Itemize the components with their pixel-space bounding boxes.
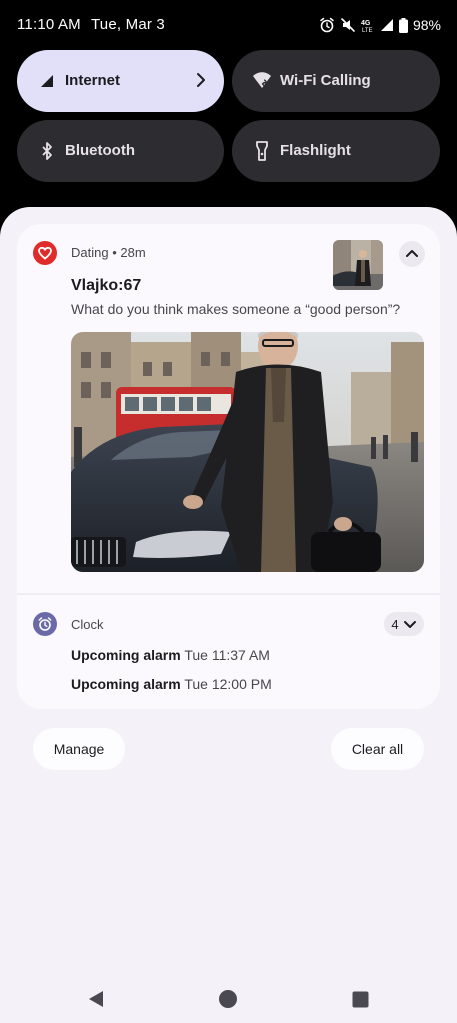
chevron-right-icon <box>196 72 206 93</box>
alarm-icon <box>320 17 334 33</box>
battery-percent: 98% <box>412 17 441 33</box>
manage-button[interactable]: Manage <box>33 728 125 770</box>
battery-icon <box>398 17 408 33</box>
notification-message: What do you think makes someone a “good … <box>71 301 401 317</box>
tile-flashlight[interactable]: Flashlight <box>232 120 440 182</box>
clock-app-name: Clock <box>71 617 104 632</box>
recents-icon[interactable] <box>349 988 371 1010</box>
alarm-notification-row[interactable]: Upcoming alarm Tue 11:37 AM <box>71 647 270 663</box>
svg-text:4G: 4G <box>361 20 371 27</box>
alarm-clock-icon <box>33 612 57 636</box>
tile-wifi-calling[interactable]: Wi-Fi Calling <box>232 50 440 112</box>
tile-bluetooth[interactable]: Bluetooth <box>17 120 224 182</box>
flashlight-icon <box>252 141 272 161</box>
tile-flashlight-label: Flashlight <box>280 142 351 159</box>
clear-all-button[interactable]: Clear all <box>331 728 424 770</box>
dating-app-line: Dating • 28m <box>71 245 146 260</box>
status-bar: 11:10 AM Tue, Mar 3 4G LTE 98% <box>0 0 457 48</box>
alarm-time: Tue 12:00 PM <box>184 676 272 692</box>
alarm-time: Tue 11:37 AM <box>184 647 270 663</box>
expand-group-button[interactable]: 4 <box>384 612 424 636</box>
notification-image[interactable] <box>71 332 424 572</box>
tile-wifi-calling-label: Wi-Fi Calling <box>280 72 371 89</box>
status-date: Tue, Mar 3 <box>91 16 165 33</box>
mute-icon <box>341 18 355 32</box>
home-icon[interactable] <box>217 988 239 1010</box>
collapse-button[interactable] <box>399 241 425 267</box>
svg-text:LTE: LTE <box>362 28 373 33</box>
alarm-notification-row[interactable]: Upcoming alarm Tue 12:00 PM <box>71 676 272 692</box>
bluetooth-icon <box>37 141 57 161</box>
notification-count: 4 <box>391 616 399 632</box>
back-icon[interactable] <box>85 988 107 1010</box>
alarm-title: Upcoming alarm <box>71 676 181 692</box>
heart-icon <box>33 241 57 265</box>
tile-internet[interactable]: Internet <box>17 50 224 112</box>
status-icons: 4G LTE 98% <box>319 14 441 36</box>
status-time: 11:10 AM <box>17 16 81 33</box>
alarm-title: Upcoming alarm <box>71 647 181 663</box>
divider <box>17 593 440 595</box>
notification-card: Dating • 28m Vlajko:67 What do you think… <box>17 224 440 709</box>
signal-icon <box>380 19 393 31</box>
wifi-calling-icon <box>252 71 272 91</box>
lte-icon: 4G LTE <box>361 20 373 33</box>
cellular-icon <box>37 71 57 91</box>
navigation-bar <box>0 975 457 1023</box>
notification-sender: Vlajko:67 <box>71 277 142 294</box>
sender-avatar-thumbnail <box>333 240 383 290</box>
chevron-up-icon <box>405 245 419 263</box>
chevron-down-icon <box>403 617 417 632</box>
tile-internet-label: Internet <box>65 72 121 89</box>
tile-bluetooth-label: Bluetooth <box>65 142 135 159</box>
